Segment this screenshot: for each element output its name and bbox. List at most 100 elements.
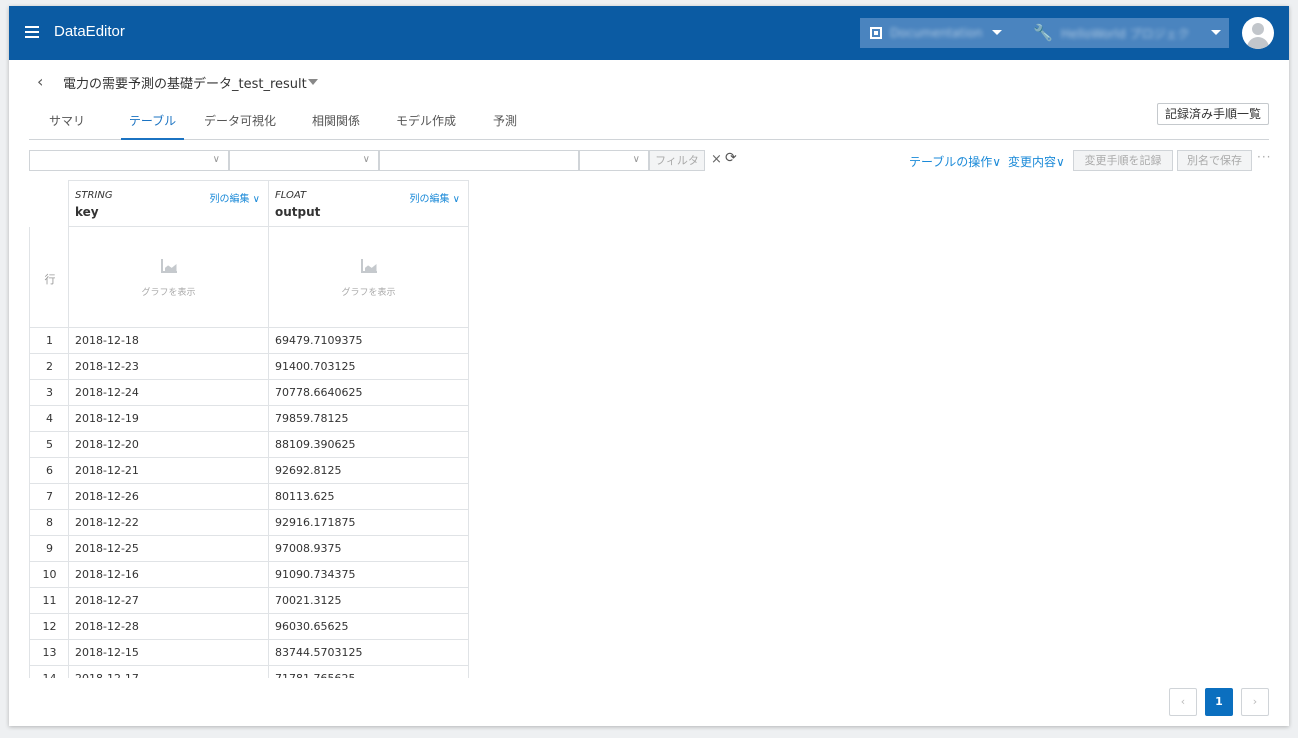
filter-button[interactable]: フィルタ — [649, 150, 705, 171]
cell-output[interactable]: 70778.6640625 — [268, 380, 469, 406]
cell-key[interactable]: 2018-12-20 — [68, 432, 269, 458]
filter-column-select[interactable]: ∨ — [29, 150, 229, 171]
tab-table[interactable]: テーブル — [121, 112, 184, 140]
chevron-down-icon: ∨ — [212, 154, 220, 165]
table-row[interactable]: 8 2018-12-22 92916.171875 — [29, 510, 469, 536]
save-as-button[interactable]: 別名で保存 — [1177, 150, 1252, 171]
table-row[interactable]: 12 2018-12-28 96030.65625 — [29, 614, 469, 640]
tab-model-creation[interactable]: モデル作成 — [396, 112, 456, 140]
cell-key[interactable]: 2018-12-28 — [68, 614, 269, 640]
user-avatar[interactable] — [1242, 17, 1274, 49]
app-window: DataEditor Documentation 🔧 HelloWorld プロ… — [9, 6, 1289, 726]
filter-extra-select[interactable]: ∨ — [579, 150, 649, 171]
show-graph-key[interactable]: グラフを表示 — [68, 227, 269, 328]
project-name: HelloWorld プロジェクト — [1060, 26, 1191, 41]
cell-key[interactable]: 2018-12-27 — [68, 588, 269, 614]
data-table: STRING key 列の編集 ∨ FLOAT output 列の編集 ∨ 行 … — [29, 180, 469, 678]
cell-key[interactable]: 2018-12-26 — [68, 484, 269, 510]
table-row[interactable]: 2 2018-12-23 91400.703125 — [29, 354, 469, 380]
tab-prediction[interactable]: 予測 — [493, 112, 517, 140]
cell-key[interactable]: 2018-12-22 — [68, 510, 269, 536]
edit-column-button[interactable]: 列の編集 ∨ — [210, 190, 261, 205]
cell-output[interactable]: 70021.3125 — [268, 588, 469, 614]
filter-operator-select[interactable]: ∨ — [229, 150, 379, 171]
cell-key[interactable]: 2018-12-19 — [68, 406, 269, 432]
table-row[interactable]: 3 2018-12-24 70778.6640625 — [29, 380, 469, 406]
edit-column-button[interactable]: 列の編集 ∨ — [410, 190, 461, 205]
prev-page-button[interactable]: ‹ — [1169, 688, 1197, 716]
more-icon[interactable]: ··· — [1257, 150, 1271, 164]
next-page-button[interactable]: › — [1241, 688, 1269, 716]
cell-key[interactable]: 2018-12-21 — [68, 458, 269, 484]
building-icon — [870, 27, 882, 39]
cell-output[interactable]: 91400.703125 — [268, 354, 469, 380]
cell-key[interactable]: 2018-12-17 — [68, 666, 269, 678]
column-type: FLOAT — [275, 190, 307, 201]
table-operations-menu[interactable]: テーブルの操作∨ — [909, 153, 1001, 170]
row-number: 8 — [29, 510, 69, 536]
row-number: 5 — [29, 432, 69, 458]
cell-output[interactable]: 92692.8125 — [268, 458, 469, 484]
tab-correlation[interactable]: 相関関係 — [312, 112, 360, 140]
column-type: STRING — [75, 190, 113, 201]
record-changes-button[interactable]: 変更手順を記録 — [1073, 150, 1173, 171]
cell-output[interactable]: 97008.9375 — [268, 536, 469, 562]
cell-output[interactable]: 96030.65625 — [268, 614, 469, 640]
cell-output[interactable]: 80113.625 — [268, 484, 469, 510]
cell-output[interactable]: 71781.765625 — [268, 666, 469, 678]
changes-menu[interactable]: 変更内容∨ — [1008, 153, 1065, 170]
chart-icon — [360, 259, 377, 273]
table-row[interactable]: 5 2018-12-20 88109.390625 — [29, 432, 469, 458]
tab-summary[interactable]: サマリ — [49, 112, 85, 140]
cell-key[interactable]: 2018-12-18 — [68, 328, 269, 354]
row-number: 14 — [29, 666, 69, 678]
back-icon[interactable]: ‹ — [37, 72, 43, 91]
tab-visualization[interactable]: データ可視化 — [204, 112, 276, 140]
column-header-output: FLOAT output 列の編集 ∨ — [268, 180, 469, 227]
recorded-steps-button[interactable]: 記録済み手順一覧 — [1157, 103, 1269, 125]
chevron-down-icon: ∨ — [992, 155, 1002, 169]
table-row[interactable]: 9 2018-12-25 97008.9375 — [29, 536, 469, 562]
cell-output[interactable]: 88109.390625 — [268, 432, 469, 458]
cell-key[interactable]: 2018-12-24 — [68, 380, 269, 406]
refresh-icon[interactable]: ⟳ — [725, 150, 737, 166]
cell-key[interactable]: 2018-12-25 — [68, 536, 269, 562]
project-selector[interactable]: 🔧 HelloWorld プロジェクト — [1009, 18, 1229, 48]
chart-icon — [160, 259, 177, 273]
table-row[interactable]: 13 2018-12-15 83744.5703125 — [29, 640, 469, 666]
cell-key[interactable]: 2018-12-15 — [68, 640, 269, 666]
table-operations-label: テーブルの操作 — [909, 155, 993, 169]
table-row[interactable]: 11 2018-12-27 70021.3125 — [29, 588, 469, 614]
row-number: 11 — [29, 588, 69, 614]
tab-bar: サマリ テーブル データ可視化 相関関係 モデル作成 予測 — [29, 102, 1269, 140]
changes-label: 変更内容 — [1008, 155, 1057, 169]
cell-output[interactable]: 79859.78125 — [268, 406, 469, 432]
table-row[interactable]: 6 2018-12-21 92692.8125 — [29, 458, 469, 484]
table-row[interactable]: 7 2018-12-26 80113.625 — [29, 484, 469, 510]
row-number: 4 — [29, 406, 69, 432]
clear-filter-icon[interactable]: × — [711, 152, 722, 167]
table-row[interactable]: 4 2018-12-19 79859.78125 — [29, 406, 469, 432]
cell-key[interactable]: 2018-12-23 — [68, 354, 269, 380]
cell-output[interactable]: 92916.171875 — [268, 510, 469, 536]
row-number: 2 — [29, 354, 69, 380]
organization-selector[interactable]: Documentation — [860, 18, 1018, 48]
organization-name: Documentation — [890, 26, 982, 40]
row-number: 3 — [29, 380, 69, 406]
show-graph-output[interactable]: グラフを表示 — [268, 227, 469, 328]
filter-value-input[interactable] — [379, 150, 579, 171]
table-row[interactable]: 142018-12-1771781.765625 — [29, 666, 469, 678]
row-number: 13 — [29, 640, 69, 666]
table-row[interactable]: 1 2018-12-18 69479.7109375 — [29, 328, 469, 354]
column-name: output — [275, 205, 321, 219]
column-header-key: STRING key 列の編集 ∨ — [68, 180, 269, 227]
cell-output[interactable]: 69479.7109375 — [268, 328, 469, 354]
cell-output[interactable]: 83744.5703125 — [268, 640, 469, 666]
dataset-title: 電力の需要予測の基礎データ_test_result — [63, 77, 307, 92]
menu-icon[interactable] — [25, 26, 39, 38]
dataset-menu-caret-icon[interactable] — [308, 79, 318, 85]
cell-key[interactable]: 2018-12-16 — [68, 562, 269, 588]
page-1-button[interactable]: 1 — [1205, 688, 1233, 716]
cell-output[interactable]: 91090.734375 — [268, 562, 469, 588]
table-row[interactable]: 10 2018-12-16 91090.734375 — [29, 562, 469, 588]
